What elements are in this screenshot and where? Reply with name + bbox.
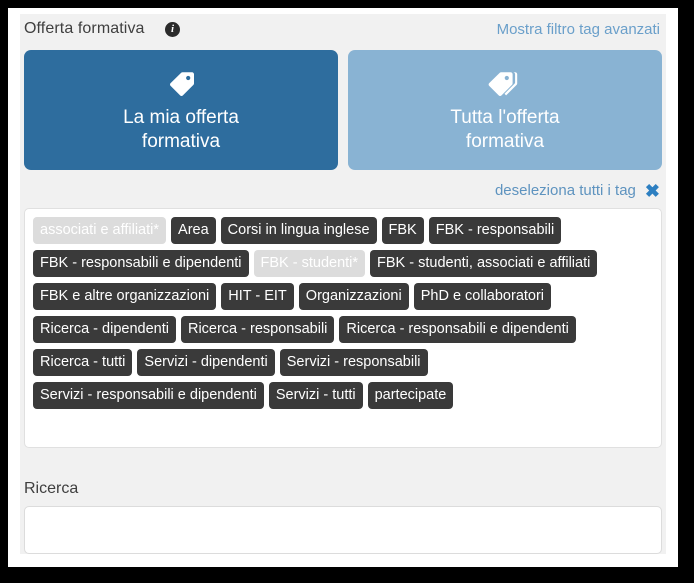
- tag-pill[interactable]: Corsi in lingua inglese: [220, 217, 377, 244]
- page-title: Offerta formativa: [24, 20, 145, 37]
- tag-filter-box: associati e affiliati* Area Corsi in lingu…: [24, 208, 662, 448]
- tag-pill[interactable]: Ricerca - tutti: [33, 349, 133, 376]
- tag-pill[interactable]: PhD e collaboratori: [413, 283, 552, 310]
- tag-pill[interactable]: Ricerca - responsabili: [180, 316, 335, 343]
- all-training-offer-label-line1: Tutta l'offerta: [450, 107, 560, 128]
- tag-pill[interactable]: FBK - responsabili: [428, 217, 562, 244]
- close-x-icon[interactable]: ✖: [645, 182, 660, 200]
- tag-pill[interactable]: Ricerca - dipendenti: [33, 316, 176, 343]
- all-training-offer-label: Tutta l'offerta formativa: [450, 106, 559, 154]
- all-training-offer-button[interactable]: Tutta l'offerta formativa: [348, 50, 662, 170]
- tags-icon: [487, 70, 523, 96]
- my-training-offer-label-line1: La mia offerta: [123, 107, 239, 128]
- show-advanced-tag-filter-link[interactable]: Mostra filtro tag avanzati: [497, 21, 660, 38]
- tag-list: associati e affiliati* Area Corsi in lingu…: [33, 217, 655, 409]
- tag-pill[interactable]: FBK: [381, 217, 424, 244]
- window-frame: Offerta formativa i Mostra filtro tag av…: [8, 8, 678, 567]
- tag-pill[interactable]: partecipate: [367, 382, 454, 409]
- my-training-offer-label: La mia offerta formativa: [123, 106, 239, 154]
- tag-pill[interactable]: FBK - studenti*: [253, 250, 366, 277]
- tag-icon: [166, 70, 196, 96]
- my-training-offer-label-line2: formativa: [141, 131, 221, 152]
- deselect-all-tags-link[interactable]: deseleziona tutti i tag: [495, 182, 636, 199]
- tag-pill[interactable]: Organizzazioni: [298, 283, 409, 310]
- tag-pill[interactable]: Servizi - tutti: [268, 382, 363, 409]
- all-training-offer-label-line2: formativa: [465, 131, 545, 152]
- info-circle-icon[interactable]: i: [165, 22, 180, 37]
- deselect-all-tags-row: deseleziona tutti i tag ✖: [495, 182, 660, 200]
- tag-pill[interactable]: HIT - EIT: [221, 283, 294, 310]
- panel-header: Offerta formativa i Mostra filtro tag av…: [20, 14, 666, 42]
- tag-pill[interactable]: Ricerca - responsabili e dipendenti: [339, 316, 576, 343]
- tag-pill[interactable]: FBK - studenti, associati e affiliati: [370, 250, 598, 277]
- my-training-offer-button[interactable]: La mia offerta formativa: [24, 50, 338, 170]
- tag-pill[interactable]: Area: [171, 217, 216, 244]
- tag-pill[interactable]: FBK e altre organizzazioni: [33, 283, 217, 310]
- offer-scope-buttons: La mia offerta formativa Tutta l'offerta…: [24, 50, 662, 170]
- tag-pill[interactable]: Servizi - responsabili: [279, 349, 428, 376]
- offerta-formativa-panel: Offerta formativa i Mostra filtro tag av…: [20, 14, 666, 554]
- search-label: Ricerca: [24, 480, 79, 497]
- search-input[interactable]: [24, 506, 662, 554]
- tag-pill[interactable]: associati e affiliati*: [33, 217, 167, 244]
- tag-pill[interactable]: Servizi - responsabili e dipendenti: [33, 382, 264, 409]
- tag-pill[interactable]: Servizi - dipendenti: [137, 349, 275, 376]
- tag-pill[interactable]: FBK - responsabili e dipendenti: [33, 250, 249, 277]
